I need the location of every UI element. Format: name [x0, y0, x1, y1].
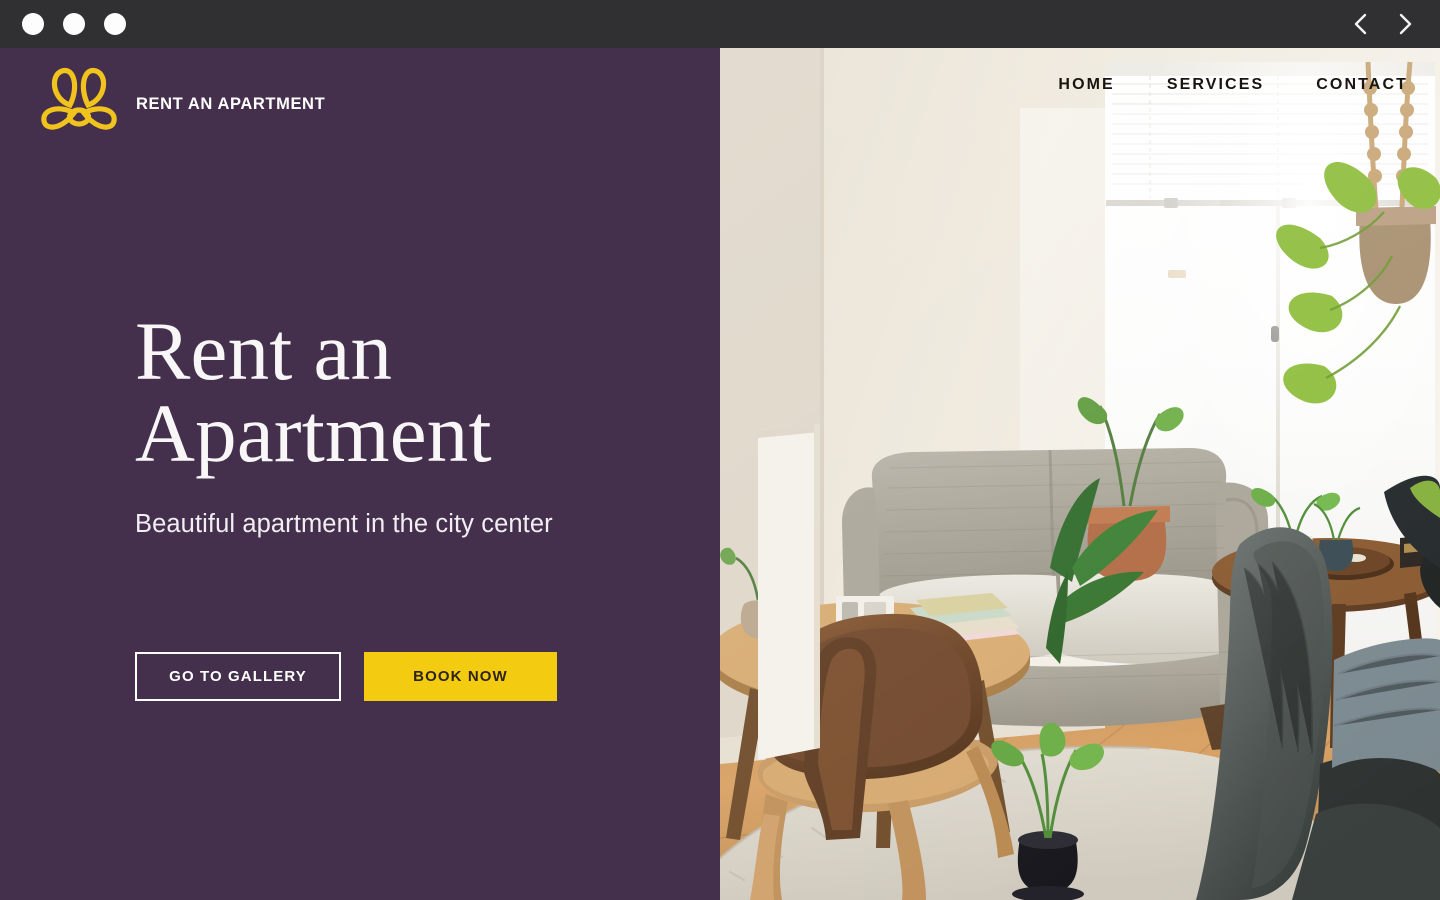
window-controls — [22, 13, 126, 35]
hero-copy: Rent an Apartment Beautiful apartment in… — [135, 310, 695, 539]
chevron-left-icon[interactable] — [1350, 11, 1372, 37]
interlocking-loops-logo-icon — [40, 59, 118, 149]
chevron-right-icon[interactable] — [1394, 11, 1416, 37]
window-dot-1-icon[interactable] — [22, 13, 44, 35]
titlebar — [0, 0, 1440, 48]
main-navigation: HOME SERVICES CONTACT — [1058, 76, 1408, 94]
brand-name: RENT AN APARTMENT — [136, 94, 326, 113]
nav-item-home[interactable]: HOME — [1058, 76, 1114, 94]
cta-row: GO TO GALLERY BOOK NOW — [135, 652, 557, 701]
browser-window: RENT AN APARTMENT Rent an Apartment Beau… — [0, 0, 1440, 900]
page-title-line-1: Rent an — [135, 305, 393, 397]
hero-subtitle: Beautiful apartment in the city center — [135, 510, 553, 539]
nav-item-contact[interactable]: CONTACT — [1316, 76, 1408, 94]
page-title-line-2: Apartment — [135, 387, 492, 480]
nav-item-services[interactable]: SERVICES — [1167, 76, 1264, 94]
hero-left-panel: RENT AN APARTMENT Rent an Apartment Beau… — [0, 48, 720, 900]
book-now-button[interactable]: BOOK NOW — [364, 652, 557, 701]
hero-photo-panel: HOME SERVICES CONTACT — [720, 48, 1440, 900]
window-dot-2-icon[interactable] — [63, 13, 85, 35]
apartment-photo — [720, 48, 1440, 900]
page-title: Rent an Apartment — [135, 310, 695, 475]
brand-lockup[interactable]: RENT AN APARTMENT — [40, 59, 325, 149]
hero-stage: RENT AN APARTMENT Rent an Apartment Beau… — [0, 48, 1440, 900]
slider-controls — [1350, 11, 1416, 37]
go-to-gallery-button[interactable]: GO TO GALLERY — [135, 652, 341, 701]
window-dot-3-icon[interactable] — [104, 13, 126, 35]
